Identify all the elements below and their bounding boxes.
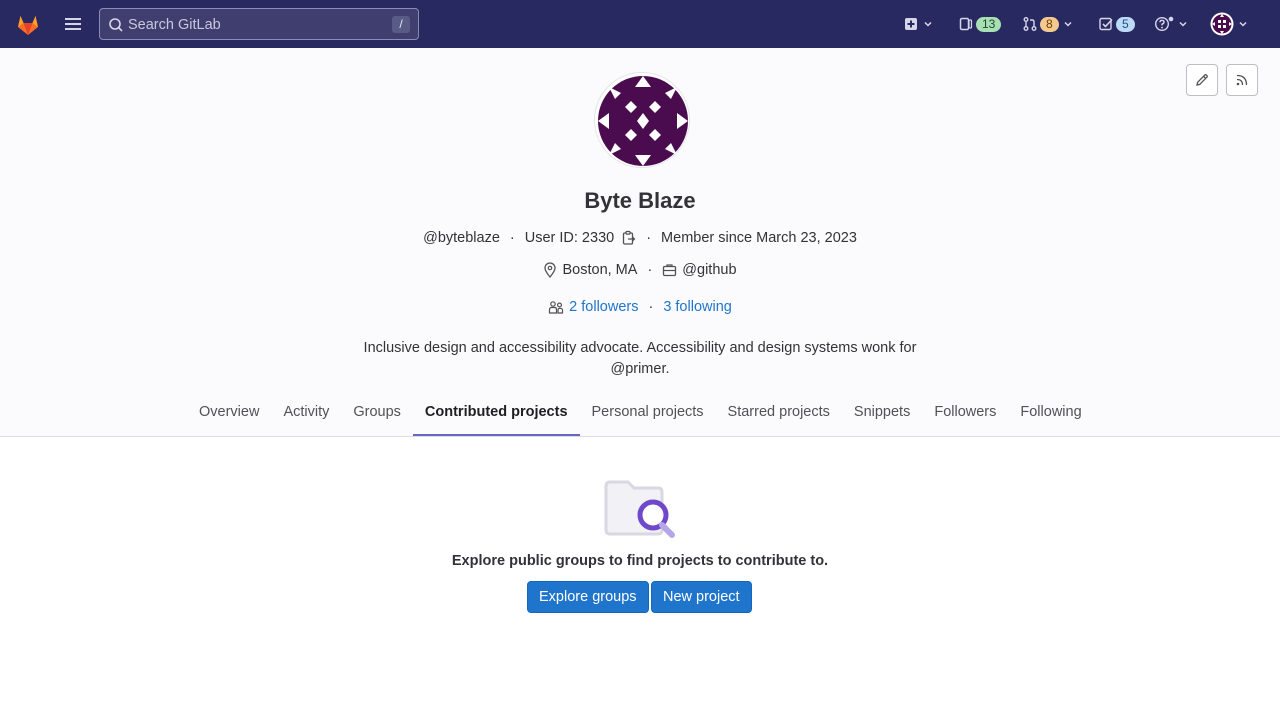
chevron-down-icon (1179, 21, 1187, 27)
search-placeholder: Search GitLab (128, 17, 221, 33)
search-shortcut-key: / (392, 16, 410, 33)
following-link[interactable]: 3 following (663, 299, 732, 315)
merge-requests-count-badge: 8 (1040, 16, 1059, 32)
todos-button[interactable]: 5 (1098, 12, 1135, 36)
tab-groups[interactable]: Groups (341, 388, 413, 436)
issues-count-badge: 13 (976, 16, 1002, 32)
avatar-identicon (595, 73, 689, 167)
avatar[interactable] (594, 72, 690, 168)
merge-request-icon (1023, 17, 1037, 31)
gitlab-logo-icon[interactable] (14, 10, 42, 38)
profile-follow-row: 2 followers · 3 following (0, 299, 1280, 315)
tab-activity[interactable]: Activity (271, 388, 341, 436)
profile-meta-row: @byteblaze · User ID: 2330 · Member sinc… (0, 230, 1280, 246)
tab-following[interactable]: Following (1008, 388, 1093, 436)
search-input[interactable]: Search GitLab / (99, 8, 419, 40)
user-avatar-small (1210, 12, 1234, 36)
help-button[interactable] (1154, 12, 1188, 36)
todos-count-badge: 5 (1116, 16, 1135, 32)
member-since: Member since March 23, 2023 (661, 230, 857, 246)
separator-dot: · (648, 299, 654, 315)
separator-dot: · (509, 230, 515, 246)
rss-icon (1236, 74, 1248, 86)
briefcase-icon (662, 263, 677, 277)
folder-search-icon (604, 480, 675, 538)
issues-button[interactable]: 13 (958, 12, 1002, 36)
hamburger-icon[interactable] (62, 14, 84, 34)
profile-location-row: Boston, MA · @github (0, 262, 1280, 278)
chevron-down-icon (1064, 21, 1072, 27)
search-icon (109, 18, 123, 32)
tab-contributed-projects[interactable]: Contributed projects (412, 388, 580, 436)
separator-dot: · (646, 230, 652, 246)
tab-followers[interactable]: Followers (922, 388, 1008, 436)
tab-personal-projects[interactable]: Personal projects (580, 388, 716, 436)
followers-link[interactable]: 2 followers (569, 299, 638, 315)
user-menu-button[interactable] (1210, 12, 1248, 36)
empty-state-message: Explore public groups to find projects t… (451, 553, 829, 569)
profile-name: Byte Blaze (584, 188, 696, 213)
copy-icon (623, 230, 636, 245)
profile-bio: Inclusive design and accessibility advoc… (363, 340, 917, 377)
location: Boston, MA (562, 262, 638, 278)
top-navigation-bar: Search GitLab / 13 8 5 (0, 0, 1280, 48)
tab-snippets[interactable]: Snippets (842, 388, 922, 436)
merge-requests-button[interactable]: 8 (1022, 12, 1073, 36)
create-new-button[interactable] (903, 12, 933, 36)
issues-icon (959, 17, 973, 31)
copy-user-id-button[interactable] (622, 230, 636, 246)
chevron-down-icon (924, 21, 932, 27)
profile-header: Byte Blaze @byteblaze · User ID: 2330 · … (0, 48, 1280, 437)
explore-groups-button[interactable]: Explore groups (527, 581, 649, 613)
tab-starred-projects[interactable]: Starred projects (716, 388, 842, 436)
username: @byteblaze (423, 230, 500, 246)
plus-square-icon (905, 18, 917, 30)
question-icon (1154, 16, 1174, 32)
rss-feed-button[interactable] (1226, 64, 1258, 96)
location-pin-icon (543, 262, 557, 278)
separator-dot: · (647, 262, 653, 278)
chevron-down-icon (1239, 21, 1247, 27)
profile-tabs: Overview Activity Groups Contributed pro… (187, 388, 1094, 436)
edit-profile-button[interactable] (1186, 64, 1218, 96)
user-id: User ID: 2330 (524, 230, 615, 246)
pencil-icon (1196, 74, 1208, 86)
organization: @github (682, 262, 737, 278)
todo-check-icon (1099, 17, 1113, 31)
users-icon (548, 299, 564, 315)
new-project-button[interactable]: New project (651, 581, 752, 613)
tab-overview[interactable]: Overview (187, 388, 271, 436)
